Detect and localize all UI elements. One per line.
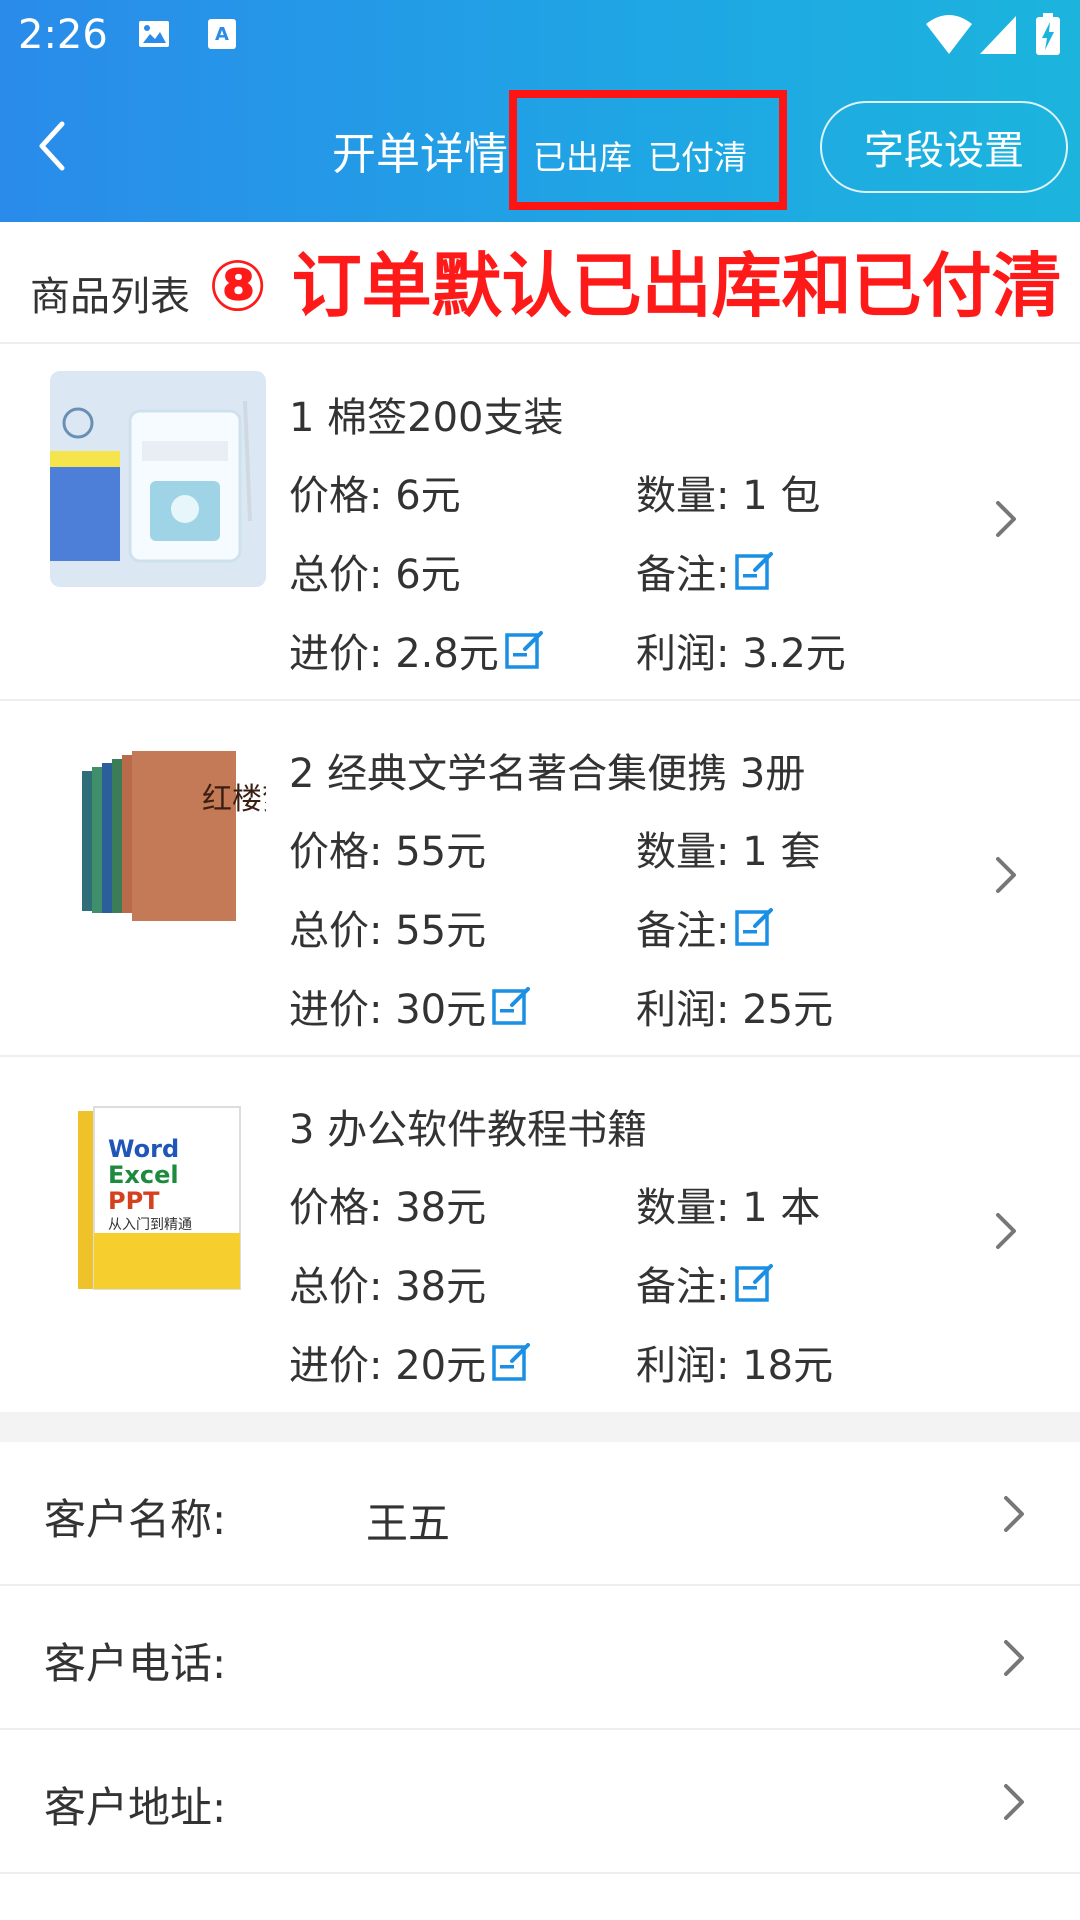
customer-address-row[interactable]: 客户地址: [0, 1730, 1080, 1874]
app-header: 2:26 A 开单详情 已出库 已付清 字段设置 [0, 0, 1080, 222]
product-cost: 进价: 20元 [289, 1333, 532, 1391]
customer-address-label: 客户地址: [44, 1783, 227, 1832]
customer-name-label: 客户名称: [44, 1495, 227, 1544]
chevron-right-icon [1004, 1496, 1024, 1532]
product-total: 总价: 38元 [289, 1264, 487, 1310]
product-row[interactable]: 1 棉签200支装 价格: 6元 数量: 1 包 总价: 6元 备注: 进价: … [0, 345, 1080, 701]
chevron-right-icon [1004, 1640, 1024, 1676]
book-ppt-label: PPT [108, 1187, 160, 1215]
product-cost-label: 进价: 30元 [289, 987, 487, 1033]
section-label: 商品列表 [30, 274, 190, 320]
status-bar: 2:26 A [0, 0, 1080, 76]
product-remark-label: 备注: [636, 1264, 730, 1310]
wifi-icon [926, 15, 972, 54]
product-row[interactable]: Word Excel PPT 从入门到精通 3 办公软件教程书籍 价格: 38元… [0, 1057, 1080, 1412]
edit-icon[interactable] [733, 550, 775, 592]
product-cost-label: 进价: 2.8元 [289, 631, 499, 677]
product-remark-label: 备注: [636, 908, 730, 954]
book-subtitle-label: 从入门到精通 [108, 1217, 192, 1233]
annotation-text: ⑧ 订单默认已出库和已付清 [208, 245, 1062, 327]
product-name: 1 棉签200支装 [289, 395, 564, 441]
product-quantity: 数量: 1 包 [636, 473, 821, 519]
chevron-right-icon [996, 857, 1016, 893]
customer-name-value: 王五 [366, 1499, 451, 1548]
product-name: 2 经典文学名著合集便携 3册 [289, 751, 806, 797]
product-row[interactable]: 红楼梦 2 经典文学名著合集便携 3册 价格: 55元 数量: 1 套 总价: … [0, 701, 1080, 1057]
order-status-tags: 已出库 已付清 [533, 131, 763, 179]
status-tag-shipped: 已出库 [533, 138, 632, 177]
book-word-label: Word [108, 1135, 179, 1163]
section-divider [0, 1412, 1080, 1442]
edit-icon[interactable] [490, 1341, 532, 1383]
product-image-cotton-swab [50, 371, 266, 587]
status-tag-paid: 已付清 [648, 138, 747, 177]
product-price: 价格: 38元 [289, 1185, 487, 1231]
chevron-right-icon [996, 501, 1016, 537]
book-title-char-1: 红楼梦 [202, 782, 266, 817]
edit-icon[interactable] [490, 985, 532, 1027]
product-profit: 利润: 18元 [636, 1343, 834, 1389]
battery-icon [1036, 13, 1060, 55]
product-quantity: 数量: 1 套 [636, 829, 821, 875]
product-remark: 备注: [636, 1254, 775, 1312]
page-title: 开单详情 [332, 129, 508, 180]
keyboard-a-icon: A [208, 19, 236, 49]
field-settings-button[interactable]: 字段设置 [820, 101, 1068, 193]
book-excel-label: Excel [108, 1161, 179, 1189]
edit-icon[interactable] [503, 629, 545, 671]
back-arrow-icon[interactable] [32, 118, 72, 174]
signal-icon [980, 16, 1016, 54]
customer-phone-label: 客户电话: [44, 1639, 227, 1688]
product-price: 价格: 6元 [289, 473, 461, 519]
product-remark-label: 备注: [636, 552, 730, 598]
chevron-right-icon [996, 1213, 1016, 1249]
svg-text:A: A [215, 24, 229, 45]
product-image-office-book: Word Excel PPT 从入门到精通 [50, 1083, 266, 1299]
product-cost: 进价: 2.8元 [289, 621, 545, 679]
product-profit: 利润: 25元 [636, 987, 834, 1033]
customer-name-row[interactable]: 客户名称: 王五 [0, 1442, 1080, 1586]
edit-icon[interactable] [733, 1262, 775, 1304]
image-icon [139, 21, 169, 47]
product-price: 价格: 55元 [289, 829, 487, 875]
status-time: 2:26 [18, 12, 108, 58]
product-image-book-set: 红楼梦 [50, 727, 266, 943]
chevron-right-icon [1004, 1784, 1024, 1820]
product-remark: 备注: [636, 898, 775, 956]
product-total: 总价: 55元 [289, 908, 487, 954]
product-total: 总价: 6元 [289, 552, 461, 598]
customer-phone-row[interactable]: 客户电话: [0, 1586, 1080, 1730]
product-profit: 利润: 3.2元 [636, 631, 846, 677]
edit-icon[interactable] [733, 906, 775, 948]
product-cost: 进价: 30元 [289, 977, 532, 1035]
product-name: 3 办公软件教程书籍 [289, 1107, 648, 1153]
product-quantity: 数量: 1 本 [636, 1185, 821, 1231]
product-cost-label: 进价: 20元 [289, 1343, 487, 1389]
product-remark: 备注: [636, 542, 775, 600]
